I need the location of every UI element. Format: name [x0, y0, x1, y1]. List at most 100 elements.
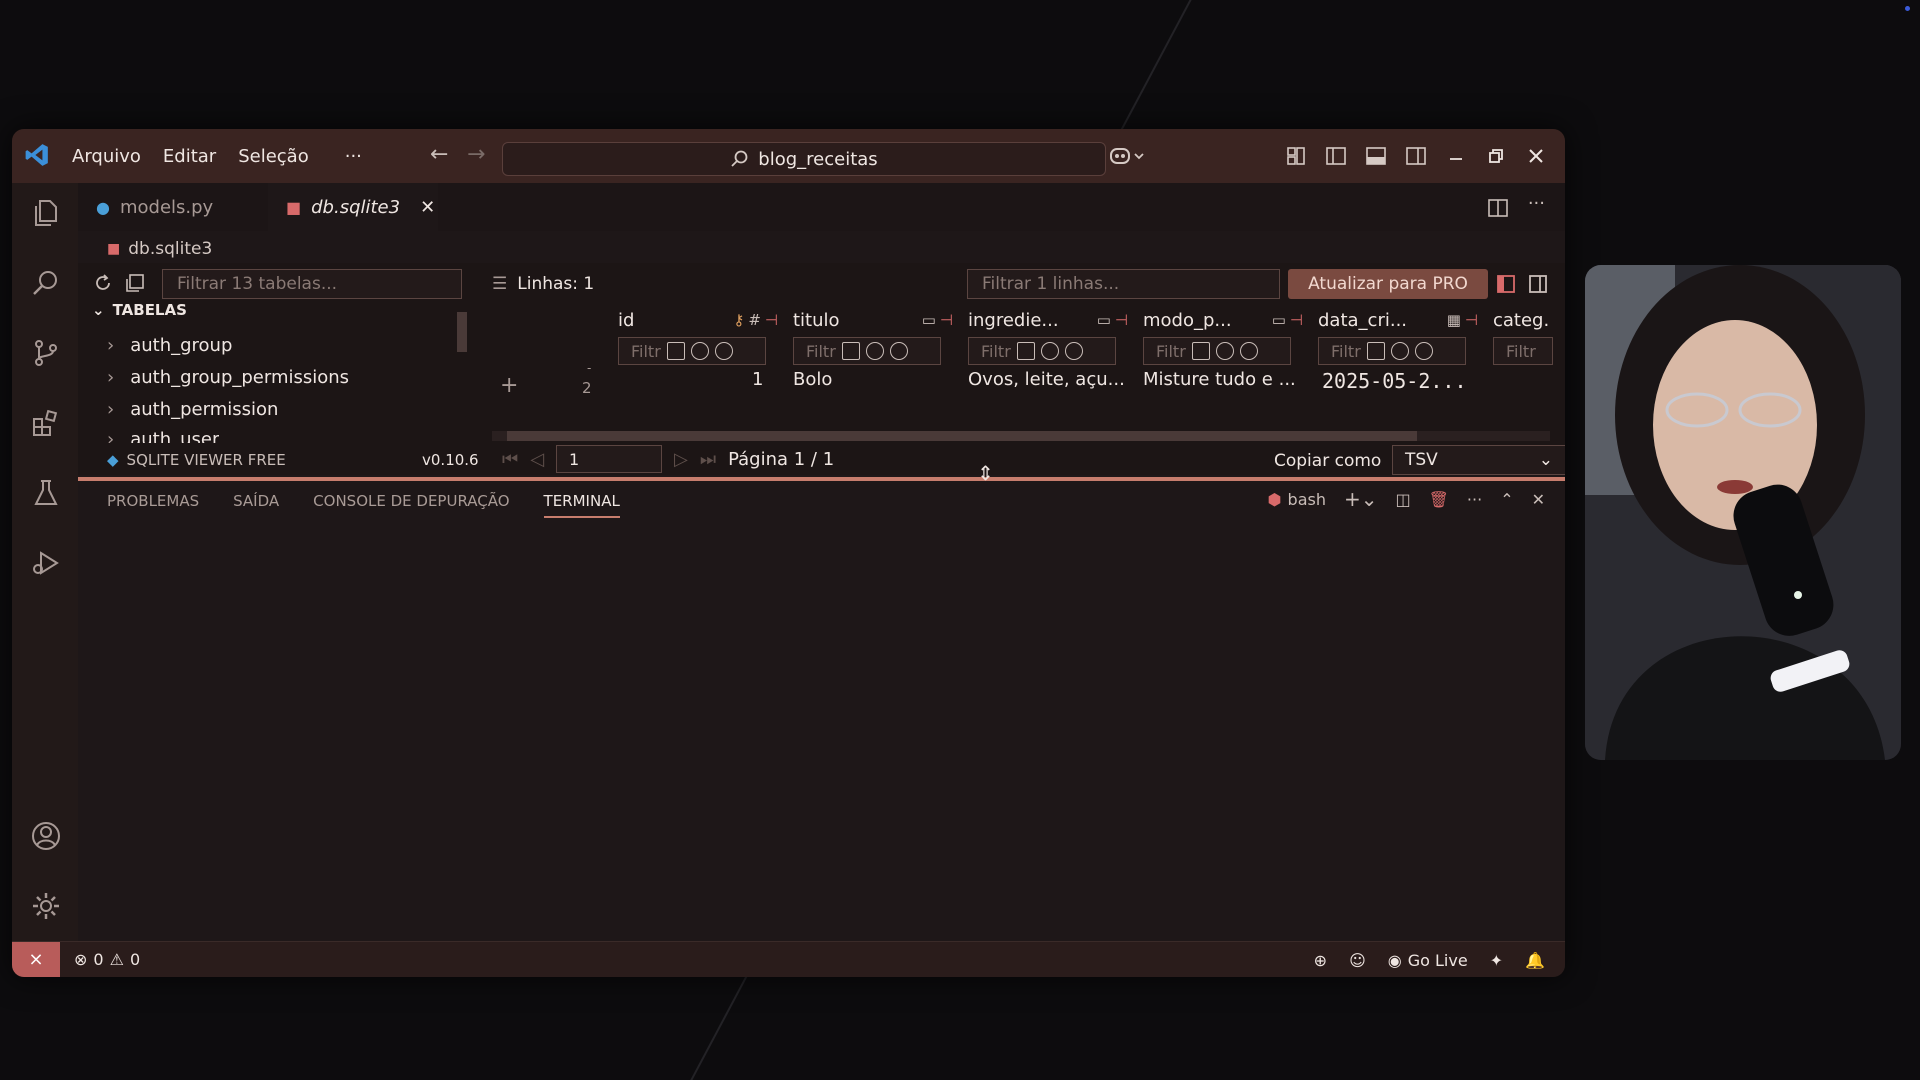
info-icon[interactable]	[1414, 342, 1433, 360]
column-ingredientes[interactable]: ingredie... ▭ ⊣ Filtr	[968, 307, 1128, 365]
settings-gear-icon[interactable]	[30, 890, 62, 922]
upgrade-pro-button[interactable]: Atualizar para PRO	[1288, 269, 1488, 299]
testing-icon[interactable]	[30, 477, 62, 509]
more-actions-icon[interactable]: ···	[1528, 193, 1545, 214]
tables-section-header[interactable]: ⌄ TABELAS	[92, 301, 187, 319]
menu-more[interactable]: ···	[345, 146, 362, 167]
null-filter-icon[interactable]	[1215, 342, 1234, 360]
column-categoria[interactable]: categ. Filtr	[1493, 307, 1553, 365]
tab-db-sqlite3[interactable]: ■ db.sqlite3 ✕	[268, 183, 438, 231]
filter-mode-icon[interactable]	[1191, 342, 1210, 360]
column-filter-input[interactable]: Filtr	[1493, 337, 1553, 365]
restore-icon[interactable]	[1485, 145, 1507, 167]
back-arrow-icon[interactable]: ←	[430, 142, 448, 167]
table-item-auth-group-permissions[interactable]: › auth_group_permissions	[107, 367, 349, 388]
column-filter-input[interactable]: Filtr	[793, 337, 941, 365]
minimize-icon[interactable]	[1445, 145, 1467, 167]
info-icon[interactable]	[1064, 342, 1083, 360]
collapse-all-icon[interactable]	[124, 272, 146, 294]
null-filter-icon[interactable]	[865, 342, 884, 360]
column-filter-input[interactable]: Filtr	[1143, 337, 1291, 365]
source-control-icon[interactable]	[30, 337, 62, 369]
null-filter-icon[interactable]	[1390, 342, 1409, 360]
forward-arrow-icon[interactable]: →	[467, 142, 485, 167]
refresh-icon[interactable]	[92, 272, 114, 294]
tab-models-py[interactable]: ● models.py	[78, 183, 258, 231]
tab-terminal[interactable]: TERMINAL	[543, 492, 620, 518]
close-tab-icon[interactable]: ✕	[420, 197, 435, 218]
add-row-icon[interactable]: +	[500, 373, 518, 398]
panel-toggle-icon[interactable]	[1528, 274, 1548, 294]
go-live-button[interactable]: ◉ Go Live	[1388, 951, 1468, 970]
extensions-icon[interactable]	[30, 407, 62, 439]
row-filter-input[interactable]: Filtrar 1 linhas...	[967, 269, 1280, 299]
breadcrumb[interactable]: ■ db.sqlite3	[107, 239, 212, 259]
zoom-icon[interactable]: ⊕	[1314, 951, 1327, 970]
column-id[interactable]: id ⚷ # ⊣ Filtr	[618, 307, 778, 365]
horizontal-scrollbar[interactable]	[507, 431, 1417, 441]
feedback-icon[interactable]: ✦	[1490, 951, 1503, 970]
pin-icon[interactable]: ⊣	[1465, 311, 1478, 329]
column-titulo[interactable]: titulo ▭ ⊣ Filtr	[793, 307, 953, 365]
next-page-icon[interactable]: ▷	[674, 449, 688, 470]
column-filter-input[interactable]: Filtr	[1318, 337, 1466, 365]
pin-icon[interactable]: ⊣	[765, 311, 778, 329]
copilot-status-icon[interactable]: ☺	[1349, 951, 1366, 970]
close-panel-icon[interactable]: ✕	[1532, 490, 1545, 509]
menu-arquivo[interactable]: Arquivo	[72, 146, 141, 167]
filter-mode-icon[interactable]	[1366, 342, 1385, 360]
tab-problemas[interactable]: PROBLEMAS	[107, 492, 199, 518]
explorer-icon[interactable]	[30, 197, 62, 229]
remote-indicator-icon[interactable]: ⨯	[12, 941, 60, 977]
pin-icon[interactable]: ⊣	[940, 311, 953, 329]
filter-mode-icon[interactable]	[666, 342, 685, 360]
first-page-icon[interactable]: ⏮	[502, 449, 518, 470]
toggle-secondary-sidebar-icon[interactable]	[1405, 145, 1427, 167]
close-window-icon[interactable]	[1525, 145, 1547, 167]
column-data-criacao[interactable]: data_cri... ▦ ⊣ Filtr	[1318, 307, 1478, 365]
cell-id[interactable]: 1	[752, 369, 763, 390]
prev-page-icon[interactable]: ◁	[530, 449, 544, 470]
null-filter-icon[interactable]	[690, 342, 709, 360]
accounts-icon[interactable]	[30, 820, 62, 852]
menu-editar[interactable]: Editar	[163, 146, 216, 167]
page-number-input[interactable]: 1	[556, 445, 663, 473]
cell-data-criacao[interactable]: 2025-05-2...	[1322, 369, 1467, 393]
column-filter-input[interactable]: Filtr	[618, 337, 766, 365]
panel-resize-sash[interactable]	[78, 477, 1565, 481]
column-modo-preparo[interactable]: modo_p... ▭ ⊣ Filtr	[1143, 307, 1303, 365]
run-debug-icon[interactable]	[30, 547, 62, 579]
new-terminal-icon[interactable]: +⌄	[1344, 487, 1378, 511]
maximize-panel-icon[interactable]: ⌃	[1500, 490, 1513, 509]
split-terminal-icon[interactable]: ◫	[1395, 490, 1410, 509]
table-filter-input[interactable]: Filtrar 13 tabelas...	[162, 269, 462, 299]
filter-mode-icon[interactable]	[841, 342, 860, 360]
info-icon[interactable]	[714, 342, 733, 360]
info-icon[interactable]	[1239, 342, 1258, 360]
copy-format-select[interactable]: TSV ⌄	[1392, 445, 1565, 475]
toggle-primary-sidebar-icon[interactable]	[1325, 145, 1347, 167]
search-sidebar-icon[interactable]	[30, 267, 62, 299]
notifications-bell-icon[interactable]: 🔔	[1525, 951, 1545, 970]
more-actions-icon[interactable]: ···	[1467, 490, 1482, 509]
table-item-auth-group[interactable]: › auth_group	[107, 335, 232, 356]
null-filter-icon[interactable]	[1040, 342, 1059, 360]
terminal-area[interactable]	[78, 521, 1565, 941]
sidebar-toggle-icon[interactable]	[1496, 274, 1516, 294]
tab-saida[interactable]: SAÍDA	[233, 492, 279, 518]
trash-icon[interactable]: 🗑	[1429, 490, 1449, 509]
last-page-icon[interactable]: ⏭	[700, 449, 716, 470]
terminal-shell-selector[interactable]: ⬢ bash	[1268, 490, 1326, 509]
copilot-icon[interactable]	[1109, 145, 1149, 167]
pin-icon[interactable]: ⊣	[1115, 311, 1128, 329]
sidebar-scrollbar[interactable]	[457, 312, 467, 352]
toggle-panel-icon[interactable]	[1365, 145, 1387, 167]
command-center[interactable]: blog_receitas	[502, 142, 1106, 176]
split-editor-icon[interactable]	[1487, 197, 1509, 219]
info-icon[interactable]	[889, 342, 908, 360]
pin-icon[interactable]: ⊣	[1290, 311, 1303, 329]
cell-modo-preparo[interactable]: Misture tudo e ...	[1143, 369, 1296, 390]
tab-console-depuracao[interactable]: CONSOLE DE DEPURAÇÃO	[313, 492, 509, 518]
problems-status[interactable]: ⊗ 0 ⚠ 0	[74, 950, 140, 969]
table-item-auth-permission[interactable]: › auth_permission	[107, 399, 278, 420]
